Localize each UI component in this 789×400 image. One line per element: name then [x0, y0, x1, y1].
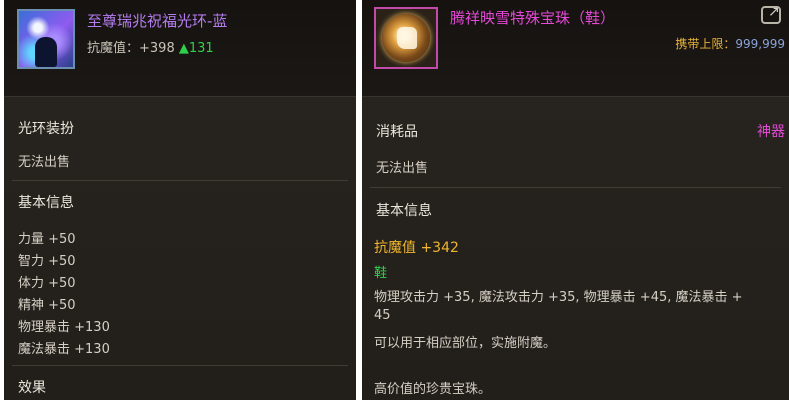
item-title: 腾祥映雪特殊宝珠（鞋） [450, 9, 616, 27]
section-basic-info: 基本信息 [376, 203, 432, 219]
item-tooltip-right: 腾祥映雪特殊宝珠（鞋） ↗ 携带上限：999,999 消耗品 神器 无法出售 基… [362, 0, 789, 400]
tooltip-header: 腾祥映雪特殊宝珠（鞋） ↗ 携带上限：999,999 [362, 0, 789, 96]
attribute-line: 力量 +50 [18, 232, 76, 247]
attribute-line: 物理暴击 +130 [18, 320, 110, 335]
usage-text: 可以用于相应部位，实施附魔。 [374, 336, 557, 351]
attribute-line: 魔法暴击 +130 [18, 342, 110, 357]
attribute-line: 智力 +50 [18, 254, 76, 269]
item-tooltip-left: 至尊瑞兆祝福光环-蓝 抗魔值：+398 ▲131 光环装扮 无法出售 基本信息 … [4, 0, 356, 400]
item-category: 光环装扮 [18, 121, 74, 137]
stat-value: +398 [139, 41, 175, 56]
section-effect: 效果 [18, 380, 46, 396]
sell-status: 无法出售 [376, 161, 429, 176]
slot-label: 鞋 [374, 266, 388, 281]
main-stat: 抗魔值 +342 [374, 240, 459, 256]
attribute-line: 精神 +50 [18, 298, 76, 313]
divider [370, 187, 781, 188]
sell-status: 无法出售 [18, 155, 71, 170]
item-title: 至尊瑞兆祝福光环-蓝 [87, 12, 228, 30]
description-text: 高价值的珍贵宝珠。 [374, 382, 492, 397]
divider [12, 365, 348, 366]
carry-label: 携带上限： [675, 37, 736, 51]
divider [12, 180, 348, 181]
aura-icon [17, 9, 75, 69]
effect-line: 45 [374, 308, 391, 323]
item-category: 消耗品 [376, 124, 418, 140]
tooltip-header: 至尊瑞兆祝福光环-蓝 抗魔值：+398 ▲131 [4, 0, 356, 96]
stat-bonus: ▲131 [178, 41, 214, 56]
share-icon[interactable]: ↗ [761, 4, 781, 24]
carry-value: 999,999 [735, 37, 785, 51]
attribute-line: 体力 +50 [18, 276, 76, 291]
resist-stat: 抗魔值：+398 ▲131 [87, 37, 214, 56]
carry-limit: 携带上限：999,999 [675, 35, 785, 52]
orb-boot-icon [374, 7, 438, 69]
stat-label: 抗魔值： [87, 41, 140, 56]
rarity-label: 神器 [757, 124, 785, 140]
effect-line: 物理攻击力 +35, 魔法攻击力 +35, 物理暴击 +45, 魔法暴击 + [374, 290, 743, 305]
section-basic-info: 基本信息 [18, 195, 74, 211]
